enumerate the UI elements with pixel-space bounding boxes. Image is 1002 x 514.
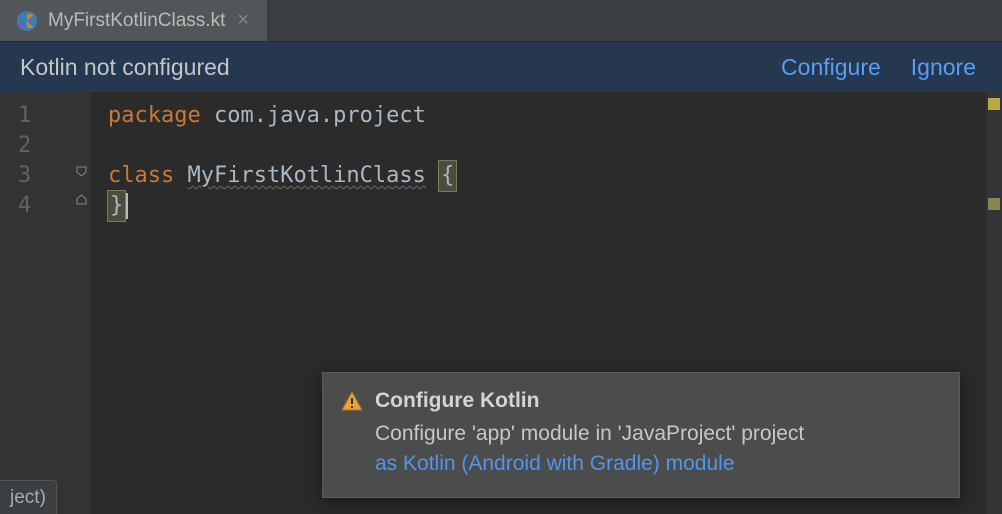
close-icon[interactable]: × xyxy=(235,9,251,32)
popup-action-link[interactable]: as Kotlin (Android with Gradle) module xyxy=(375,449,937,479)
warning-icon xyxy=(341,390,363,412)
fold-marker-open-icon[interactable] xyxy=(76,166,87,177)
notification-message: Kotlin not configured xyxy=(20,54,751,81)
notification-bar: Kotlin not configured Configure Ignore xyxy=(0,42,1002,92)
editor-tab[interactable]: MyFirstKotlinClass.kt × xyxy=(0,0,268,41)
configure-link[interactable]: Configure xyxy=(781,54,881,81)
gutter: 1 2 3 4 xyxy=(0,92,90,514)
tab-bar: MyFirstKotlinClass.kt × xyxy=(0,0,1002,42)
marker-strip xyxy=(986,92,1002,514)
package-name: com.java.project xyxy=(201,103,426,128)
popup-title: Configure Kotlin xyxy=(375,389,539,413)
fold-marker-close-icon[interactable] xyxy=(76,194,87,205)
popup-body-text: Configure 'app' module in 'JavaProject' … xyxy=(375,419,937,449)
status-bar-fragment: ject) xyxy=(0,480,57,514)
tab-label: MyFirstKotlinClass.kt xyxy=(48,10,225,32)
line-number: 1 xyxy=(0,101,90,131)
close-brace: } xyxy=(108,191,125,221)
keyword-package: package xyxy=(108,103,201,128)
ignore-link[interactable]: Ignore xyxy=(911,54,976,81)
caret xyxy=(126,193,128,219)
line-number: 2 xyxy=(0,131,90,161)
warning-marker[interactable] xyxy=(988,98,1000,110)
weak-warning-marker[interactable] xyxy=(988,198,1000,210)
code-line: class MyFirstKotlinClass { xyxy=(108,161,1002,191)
code-line xyxy=(108,131,1002,161)
open-brace: { xyxy=(439,161,456,191)
keyword-class: class xyxy=(108,163,174,188)
kotlin-file-icon xyxy=(16,10,38,32)
code-line: } xyxy=(108,191,1002,221)
code-line: package com.java.project xyxy=(108,101,1002,131)
hint-popup: Configure Kotlin Configure 'app' module … xyxy=(322,372,960,498)
class-name: MyFirstKotlinClass xyxy=(187,163,425,188)
